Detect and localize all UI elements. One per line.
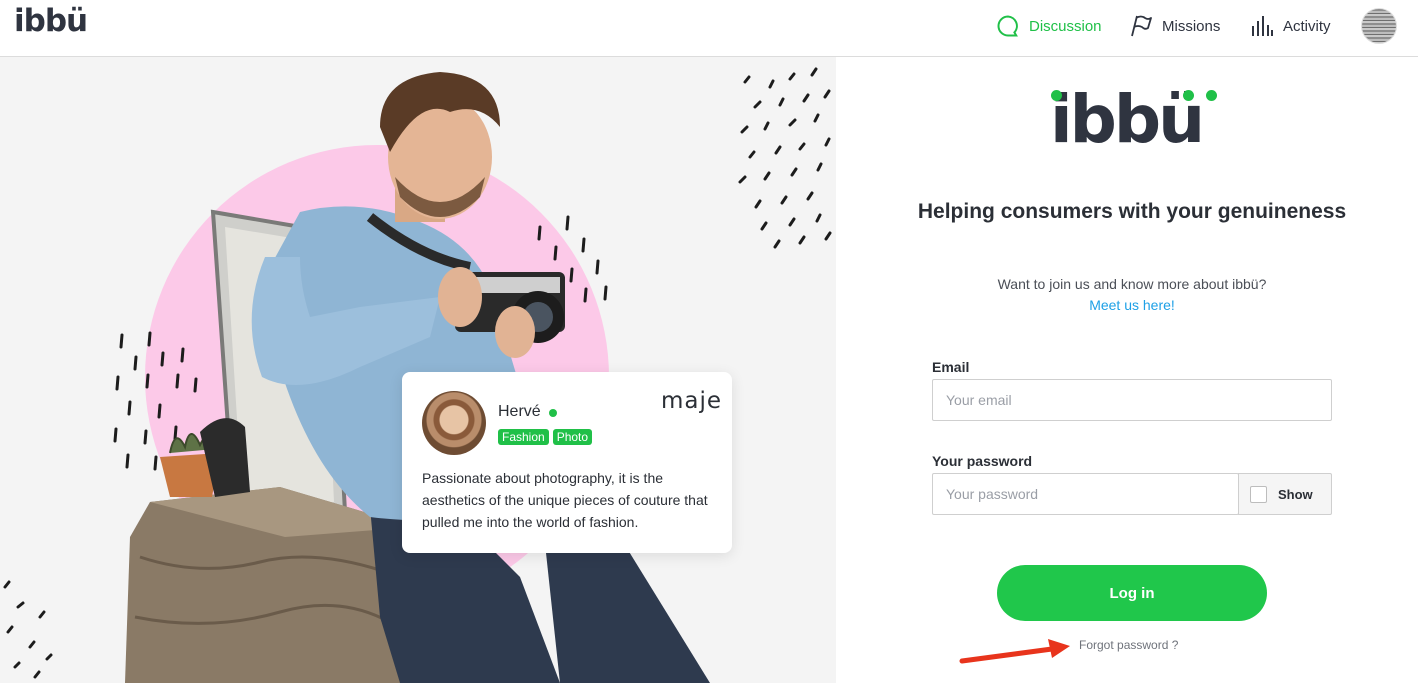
- bar-chart-icon: [1250, 14, 1274, 38]
- top-navigation-bar: ibbü Discussion Missions Activity: [0, 0, 1418, 57]
- chat-bubble-icon: [996, 14, 1020, 38]
- login-panel: ibbü Helping consumers with your genuine…: [836, 57, 1418, 683]
- tag-photo: Photo: [552, 429, 593, 445]
- email-field[interactable]: [932, 379, 1332, 421]
- login-subline: Want to join us and know more about ibbü…: [997, 276, 1267, 292]
- profile-bio: Passionate about photography, it is the …: [422, 470, 708, 530]
- show-password-toggle[interactable]: Show: [1238, 473, 1332, 515]
- nav-discussion[interactable]: Discussion: [996, 0, 1102, 52]
- meet-us-link[interactable]: Meet us here!: [836, 297, 1418, 313]
- annotation-arrow-icon: [959, 639, 1070, 664]
- flag-icon: [1129, 14, 1153, 38]
- profile-card: Hervé maje Fashion Photo Passionate abou…: [402, 372, 732, 553]
- login-button[interactable]: Log in: [997, 565, 1267, 621]
- nav-activity[interactable]: Activity: [1250, 0, 1331, 52]
- tag-fashion: Fashion: [498, 429, 549, 445]
- nav-discussion-label: Discussion: [1029, 17, 1102, 35]
- user-avatar[interactable]: [1361, 8, 1397, 44]
- nav-missions-label: Missions: [1162, 17, 1221, 35]
- nav-missions[interactable]: Missions: [1129, 0, 1220, 52]
- login-logo: ibbü: [1050, 81, 1205, 158]
- brand-name: maje: [661, 388, 723, 414]
- online-status-dot: [549, 409, 557, 417]
- forgot-password-link[interactable]: Forgot password ?: [1079, 638, 1178, 652]
- brand-logo[interactable]: ibbü: [14, 3, 88, 39]
- profile-tags: Fashion Photo: [498, 429, 593, 445]
- profile-name: Hervé: [498, 403, 541, 420]
- show-password-checkbox[interactable]: [1250, 485, 1267, 503]
- logo-dot: [1206, 90, 1217, 101]
- hero-illustration: Hervé maje Fashion Photo Passionate abou…: [0, 57, 836, 683]
- password-label: Your password: [932, 453, 1033, 469]
- password-field[interactable]: [932, 473, 1239, 515]
- hero-photo: [3, 67, 832, 683]
- login-headline: Helping consumers with your genuineness: [917, 200, 1347, 223]
- show-password-label: Show: [1278, 486, 1313, 502]
- profile-avatar: [422, 391, 486, 455]
- logo-dot: [1183, 90, 1194, 101]
- email-label: Email: [932, 359, 970, 375]
- nav-activity-label: Activity: [1283, 17, 1331, 35]
- logo-dot: [1051, 90, 1062, 101]
